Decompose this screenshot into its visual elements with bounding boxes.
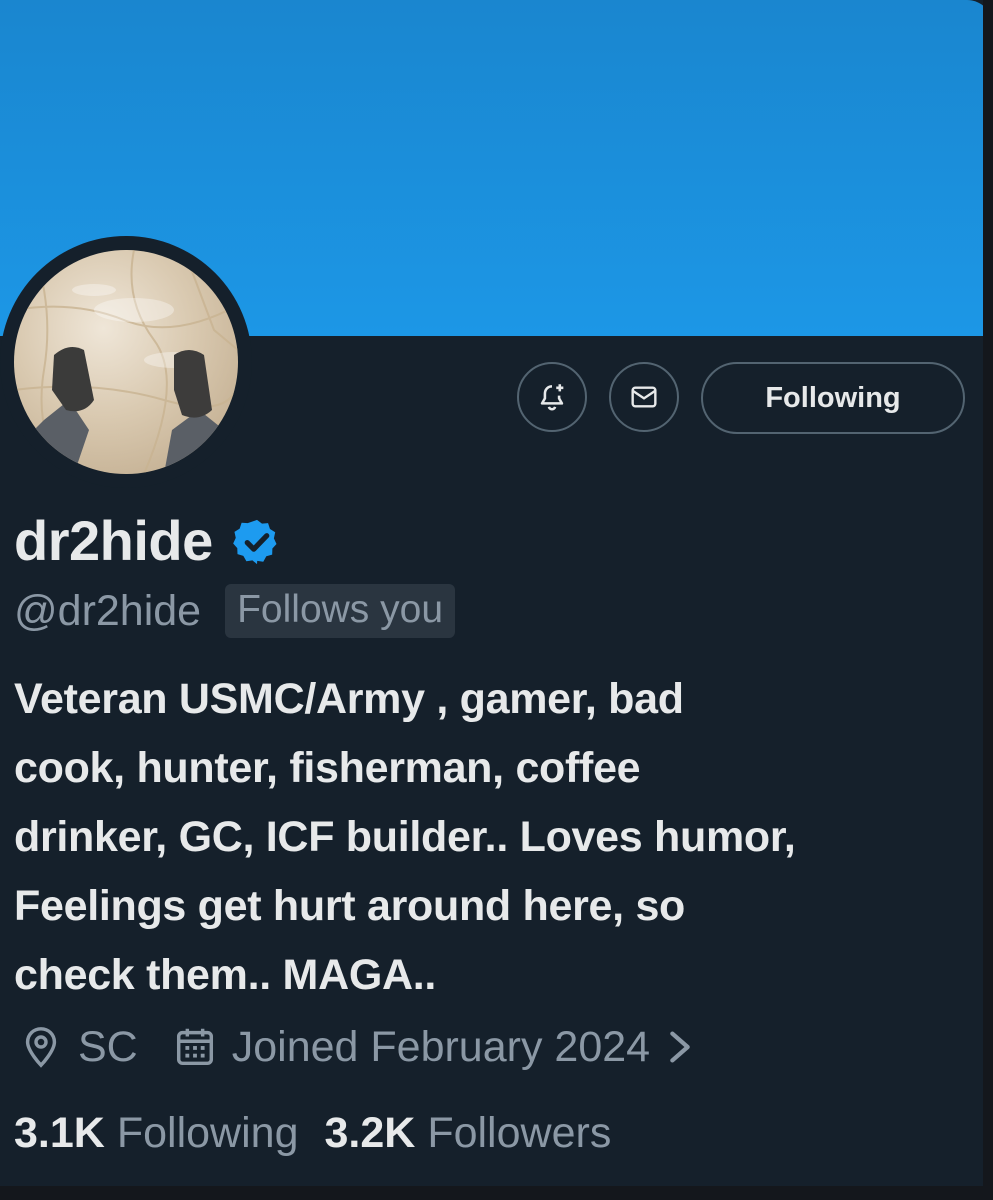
following-label: Following — [116, 1108, 299, 1157]
handle-row: @dr2hide Follows you — [14, 582, 456, 640]
following-count: 3.1K — [14, 1108, 105, 1157]
message-button[interactable] — [609, 362, 679, 432]
following-button[interactable]: Following — [701, 362, 965, 434]
followers-label: Followers — [427, 1108, 612, 1157]
calendar-icon — [176, 1028, 213, 1066]
notify-button[interactable] — [517, 362, 587, 432]
joined-date: Joined February 2024 — [231, 1022, 651, 1071]
followers-stat[interactable]: 3.2K Followers — [324, 1109, 611, 1158]
location-pin-icon — [25, 1027, 57, 1068]
bio-line: Veteran USMC/Army , gamer, bad — [14, 675, 684, 723]
handle: @dr2hide — [14, 586, 202, 635]
profile-card: Following dr2hide @dr2hide Follows you V… — [0, 0, 993, 1200]
avatar-photo — [14, 250, 238, 474]
mail-icon — [631, 386, 657, 408]
verified-badge-icon[interactable] — [231, 516, 283, 568]
bio-line: drinker, GC, ICF builder.. Loves humor, — [14, 813, 796, 861]
avatar[interactable] — [14, 250, 238, 474]
profile-meta: SC Joined February 2024 — [18, 1018, 696, 1076]
display-name-row: dr2hide — [14, 505, 283, 575]
screenshot-edge — [983, 0, 993, 1200]
bio-line: cook, hunter, fisherman, coffee — [14, 744, 641, 792]
display-name: dr2hide — [14, 508, 213, 572]
followers-count: 3.2K — [324, 1108, 416, 1157]
bio: Veteran USMC/Army , gamer, bad cook, hun… — [14, 665, 974, 1010]
follows-you-badge: Follows you — [225, 584, 456, 638]
bio-line: check them.. MAGA.. — [14, 951, 437, 999]
chevron-right-icon[interactable] — [664, 1024, 696, 1070]
following-stat[interactable]: 3.1K Following — [14, 1109, 298, 1158]
bio-line: Feelings get hurt around here, so — [14, 882, 686, 930]
follow-stats: 3.1K Following 3.2K Followers — [14, 1104, 611, 1162]
screenshot-edge-bottom — [0, 1186, 993, 1200]
location: SC — [78, 1022, 138, 1071]
bell-plus-icon — [540, 384, 564, 411]
